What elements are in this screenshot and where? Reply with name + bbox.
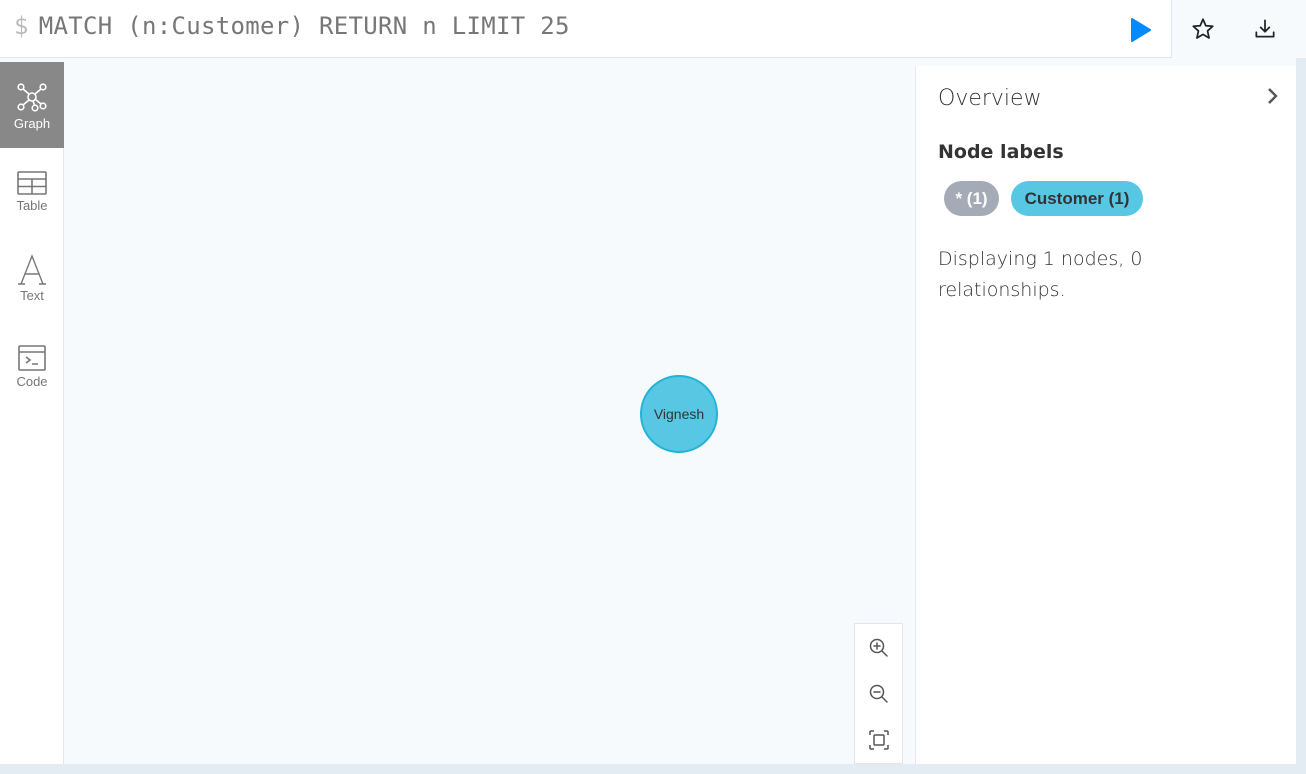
- graph-node[interactable]: Vignesh: [640, 375, 718, 453]
- sidebar-item-label: Table: [16, 198, 48, 213]
- sidebar-item-code[interactable]: Code: [0, 320, 64, 406]
- text-icon: [18, 254, 46, 285]
- graph-icon: [17, 83, 47, 112]
- sidebar-item-label: Code: [16, 374, 48, 389]
- code-icon: [18, 345, 46, 371]
- zoom-out-button[interactable]: [867, 682, 891, 706]
- query-editor[interactable]: $ MATCH (n:Customer) RETURN n LIMIT 25: [0, 0, 1172, 58]
- graph-canvas[interactable]: [65, 62, 915, 764]
- view-sidebar: Graph Table Text Code: [0, 62, 64, 764]
- label-pill-customer[interactable]: Customer (1): [1011, 181, 1143, 216]
- overview-title: Overview: [938, 86, 1042, 111]
- fit-to-screen-icon: [869, 730, 889, 750]
- collapse-panel-button[interactable]: [1264, 86, 1282, 106]
- node-labels-heading: Node labels: [938, 141, 1064, 163]
- sidebar-item-label: Text: [20, 288, 44, 303]
- chevron-right-icon: [1268, 88, 1278, 104]
- overview-panel: Overview Node labels * (1) Customer (1) …: [915, 66, 1296, 764]
- display-summary: Displaying 1 nodes, 0 relationships.: [938, 248, 1143, 301]
- sidebar-item-label: Graph: [13, 116, 51, 131]
- table-icon: [17, 171, 47, 195]
- query-input[interactable]: MATCH (n:Customer) RETURN n LIMIT 25: [39, 12, 570, 40]
- top-bar: $ MATCH (n:Customer) RETURN n LIMIT 25: [0, 0, 1306, 58]
- run-query-button[interactable]: [1128, 16, 1154, 44]
- query-text[interactable]: $ MATCH (n:Customer) RETURN n LIMIT 25: [14, 12, 570, 40]
- play-icon: [1131, 18, 1151, 42]
- sidebar-item-text[interactable]: Text: [0, 234, 64, 320]
- node-caption: Vignesh: [653, 406, 705, 422]
- favorite-button[interactable]: [1190, 16, 1216, 42]
- sidebar-item-graph[interactable]: Graph: [0, 62, 64, 148]
- zoom-in-icon: [869, 638, 888, 657]
- zoom-out-icon: [869, 684, 888, 703]
- zoom-in-button[interactable]: [867, 636, 891, 660]
- download-icon: [1255, 19, 1275, 38]
- download-button[interactable]: [1252, 16, 1278, 42]
- fit-to-screen-button[interactable]: [867, 728, 891, 752]
- sidebar-item-table[interactable]: Table: [0, 148, 64, 234]
- zoom-controls: [854, 623, 903, 764]
- prompt-symbol: $: [14, 12, 29, 40]
- star-icon: [1192, 18, 1214, 39]
- label-pill-all[interactable]: * (1): [944, 181, 999, 216]
